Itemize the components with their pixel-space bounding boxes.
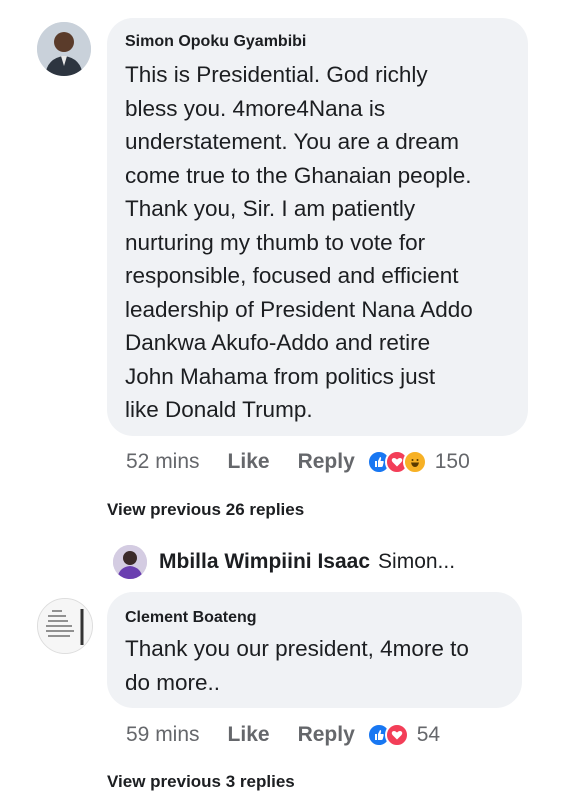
comment-line: Dankwa Akufo-Addo and retire <box>125 330 431 355</box>
haha-reaction-icon <box>402 450 427 474</box>
comment-line: This is Presidential. God richly <box>125 62 428 87</box>
comment-line: like Donald Trump. <box>125 397 313 422</box>
comment-line: responsible, focused and efficient <box>125 263 459 288</box>
person-photo-icon <box>113 545 147 579</box>
comment-actions: 52 mins Like Reply 150 <box>126 450 470 474</box>
comment-author[interactable]: Clement Boateng <box>125 609 257 627</box>
comment-actions: 59 mins Like Reply 54 <box>126 723 440 747</box>
comment-line: leadership of President Nana Addo <box>125 296 473 322</box>
comment-bubble: Clement Boateng Thank you our president,… <box>107 592 522 708</box>
reaction-count: 54 <box>416 723 441 746</box>
like-button[interactable]: Like <box>228 450 270 474</box>
view-previous-replies-link[interactable]: View previous 3 replies <box>107 772 295 792</box>
comment-author[interactable]: Simon Opoku Gyambibi <box>125 33 306 51</box>
like-button[interactable]: Like <box>228 723 270 747</box>
comment-timestamp[interactable]: 52 mins <box>126 450 200 474</box>
comment-line: nurturing my thumb to vote for <box>125 229 426 255</box>
comment-line: come true to the Ghanaian people. <box>125 162 472 188</box>
comment-timestamp[interactable]: 59 mins <box>126 723 200 747</box>
comment-line: understatement. You are a dream <box>125 129 459 154</box>
comment-line: do more.. <box>125 669 221 695</box>
comment-line: Thank you our president, 4more to <box>125 636 469 661</box>
comment-body: This is Presidential. God richly bless y… <box>125 58 473 427</box>
comment-line: bless you. 4more4Nana is <box>125 95 386 121</box>
love-reaction-icon <box>384 723 409 747</box>
reaction-count: 150 <box>434 450 470 473</box>
reply-button[interactable]: Reply <box>298 450 355 474</box>
reply-button[interactable]: Reply <box>298 723 355 747</box>
comment-line: Thank you, Sir. I am patiently <box>125 196 416 221</box>
reaction-summary[interactable]: 150 <box>366 450 470 474</box>
view-previous-replies-link[interactable]: View previous 26 replies <box>107 500 304 520</box>
avatar[interactable] <box>37 598 93 654</box>
reply-preview[interactable]: Mbilla Wimpiini Isaac Simon... <box>113 545 455 579</box>
reply-author[interactable]: Mbilla Wimpiini Isaac <box>159 550 370 574</box>
reaction-summary[interactable]: 54 <box>366 723 441 747</box>
avatar <box>113 545 147 579</box>
person-photo-icon <box>37 22 91 76</box>
avatar[interactable] <box>37 22 91 76</box>
comment-bubble: Simon Opoku Gyambibi This is Presidentia… <box>107 18 528 436</box>
comment-line: John Mahama from politics just <box>125 363 436 389</box>
comment-body: Thank you our president, 4more to do mor… <box>125 632 469 699</box>
reply-snippet: Simon... <box>378 550 456 573</box>
text-image-icon <box>38 599 92 653</box>
